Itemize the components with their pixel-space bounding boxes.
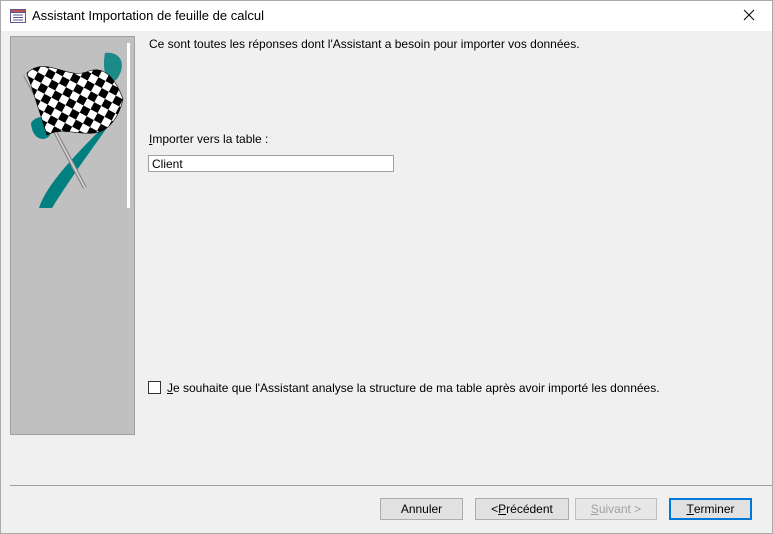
intro-text: Ce sont toutes les réponses dont l'Assis… xyxy=(149,37,580,51)
previous-button[interactable]: < Précédent xyxy=(475,498,569,520)
illustration-border xyxy=(127,43,130,208)
checkered-flag-illustration xyxy=(17,43,129,208)
finish-button[interactable]: Terminer xyxy=(669,498,752,520)
next-button[interactable]: Suivant > xyxy=(575,498,657,520)
button-separator xyxy=(10,485,773,486)
analyze-structure-label[interactable]: Je souhaite que l'Assistant analyse la s… xyxy=(167,381,660,395)
import-wizard-window: Assistant Importation de feuille de calc… xyxy=(0,0,773,534)
close-icon xyxy=(743,9,755,24)
spreadsheet-import-icon xyxy=(10,9,26,23)
import-table-label: Importer vers la table : xyxy=(149,132,269,146)
wizard-side-panel xyxy=(10,36,135,435)
cancel-button[interactable]: Annuler xyxy=(380,498,463,520)
import-table-input[interactable] xyxy=(148,155,394,172)
window-title: Assistant Importation de feuille de calc… xyxy=(32,8,264,23)
close-button[interactable] xyxy=(726,1,772,31)
title-bar: Assistant Importation de feuille de calc… xyxy=(1,1,772,31)
analyze-structure-checkbox[interactable] xyxy=(148,381,161,394)
